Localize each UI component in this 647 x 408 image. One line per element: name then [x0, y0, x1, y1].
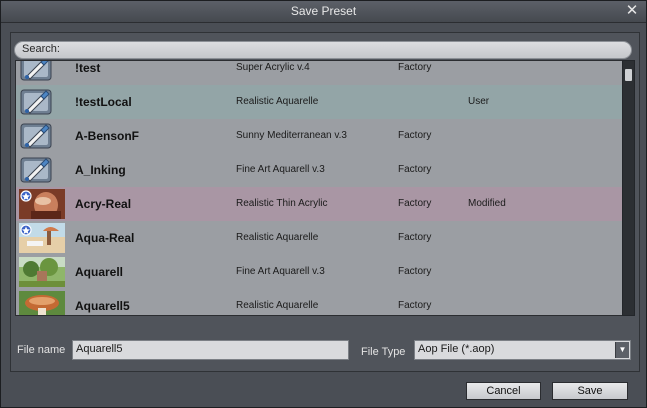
portrait-thumbnail	[19, 189, 65, 219]
preset-base: Sunny Mediterranean v.3	[236, 130, 347, 141]
preset-panel: Search: !test Super Acrylic v.4 Factory !te…	[10, 32, 640, 372]
preset-base: Realistic Thin Acrylic	[236, 198, 328, 209]
title-bar[interactable]: Save Preset ✕	[1, 1, 646, 23]
preset-source: Factory	[398, 130, 432, 141]
preset-base: Realistic Aquarelle	[236, 300, 319, 311]
brush-icon	[19, 87, 65, 117]
list-item[interactable]: Aqua-Real Realistic Aquarelle Factory	[16, 221, 623, 256]
file-type-label: File Type	[361, 346, 406, 358]
preset-base: Realistic Aquarelle	[236, 96, 319, 107]
preset-state: Modified	[468, 198, 506, 209]
preset-source: Factory	[398, 198, 432, 209]
preset-list: !test Super Acrylic v.4 Factory !testLocal R…	[15, 60, 624, 316]
preset-name: Aquarell	[75, 265, 124, 279]
preset-source: Factory	[398, 232, 432, 243]
preset-name: Aquarell5	[75, 299, 130, 313]
search-label: Search:	[22, 43, 60, 55]
dialog-title: Save Preset	[290, 4, 357, 18]
preset-name: Aqua-Real	[75, 231, 135, 245]
preset-source: Factory	[398, 164, 432, 175]
save-button[interactable]: Save	[552, 382, 628, 400]
search-input[interactable]: Search:	[14, 41, 632, 59]
preset-base: Fine Art Aquarell v.3	[236, 164, 325, 175]
preset-source: Factory	[398, 62, 432, 73]
cancel-button[interactable]: Cancel	[466, 382, 541, 400]
preset-base: Fine Art Aquarell v.3	[236, 266, 325, 277]
preset-name: A-BensonF	[75, 129, 139, 143]
beach-thumbnail	[19, 223, 65, 253]
file-name-label: File name	[17, 344, 66, 356]
file-type-value: Aop File (*.aop)	[418, 343, 495, 355]
file-name-input[interactable]: Aquarell5	[72, 340, 349, 360]
save-preset-dialog: Save Preset ✕ Search: !test Super Acrylic…	[0, 0, 647, 408]
brush-icon	[19, 121, 65, 151]
list-item[interactable]: A-BensonF Sunny Mediterranean v.3 Factory	[16, 119, 623, 154]
preset-name: Acry-Real	[75, 197, 132, 211]
vertical-scrollbar[interactable]	[622, 60, 635, 316]
garden-thumbnail	[19, 257, 65, 287]
file-type-select[interactable]: Aop File (*.aop) ▼	[414, 340, 631, 360]
preset-base: Realistic Aquarelle	[236, 232, 319, 243]
list-item[interactable]: Aquarell5 Realistic Aquarelle Factory	[16, 289, 623, 315]
brush-icon	[19, 155, 65, 185]
scrollbar-thumb[interactable]	[625, 69, 632, 81]
brush-icon	[19, 61, 65, 83]
list-item[interactable]: A_Inking Fine Art Aquarell v.3 Factory	[16, 153, 623, 188]
preset-name: !testLocal	[75, 95, 132, 109]
preset-name: !test	[75, 61, 101, 75]
list-item[interactable]: Acry-Real Realistic Thin Acrylic Factory Mo…	[16, 187, 623, 222]
chevron-down-icon[interactable]: ▼	[615, 342, 629, 358]
file-name-value: Aquarell5	[76, 343, 123, 355]
mushroom-thumbnail	[19, 291, 65, 315]
list-item[interactable]: Aquarell Fine Art Aquarell v.3 Factory	[16, 255, 623, 290]
close-icon[interactable]: ✕	[624, 2, 640, 20]
preset-source: Factory	[398, 266, 432, 277]
list-item[interactable]: !test Super Acrylic v.4 Factory	[16, 61, 623, 86]
preset-state: User	[468, 96, 490, 107]
list-item[interactable]: !testLocal Realistic Aquarelle User	[16, 85, 623, 120]
preset-source: Factory	[398, 300, 432, 311]
preset-name: A_Inking	[75, 163, 126, 177]
preset-base: Super Acrylic v.4	[236, 62, 310, 73]
